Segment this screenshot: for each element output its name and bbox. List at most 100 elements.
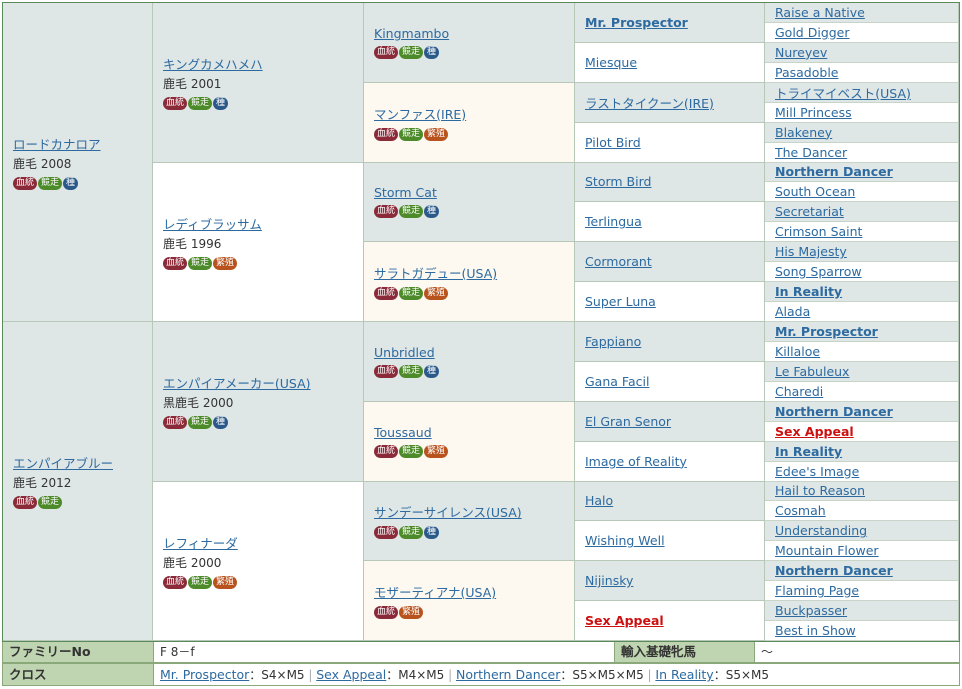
horse-name-link[interactable]: South Ocean (775, 184, 855, 199)
badge-tane[interactable]: 種 (213, 416, 229, 430)
badge-ket[interactable]: 血統 (374, 606, 399, 620)
horse-name-link[interactable]: Wishing Well (585, 533, 665, 548)
horse-name-link[interactable]: Sex Appeal (775, 424, 854, 439)
badge-ket[interactable]: 血統 (374, 364, 399, 378)
badge-ket[interactable]: 血統 (163, 97, 188, 111)
horse-name-link[interactable]: Buckpasser (775, 603, 847, 618)
badge-han[interactable]: 繁殖 (424, 287, 449, 301)
badge-ket[interactable]: 血統 (374, 526, 399, 540)
horse-name-link[interactable]: Cormorant (585, 254, 652, 269)
horse-name-link[interactable]: エンパイアメーカー(USA) (163, 373, 353, 392)
horse-name-link[interactable]: エンパイアブルー (13, 453, 142, 472)
horse-name-link[interactable]: El Gran Senor (585, 414, 671, 429)
horse-name-link[interactable]: Fappiano (585, 334, 641, 349)
horse-name-link[interactable]: Cosmah (775, 503, 826, 518)
horse-name-link[interactable]: Mr. Prospector (775, 324, 878, 339)
badge-tane[interactable]: 種 (424, 526, 440, 540)
badge-tane[interactable]: 種 (424, 364, 440, 378)
horse-name-link[interactable]: Song Sparrow (775, 264, 862, 279)
horse-name-link[interactable]: Unbridled (374, 345, 564, 360)
horse-name-link[interactable]: Charedi (775, 384, 823, 399)
horse-name-link[interactable]: Raise a Native (775, 5, 865, 20)
horse-name-link[interactable]: The Dancer (775, 145, 847, 160)
badge-kyo[interactable]: 競走 (399, 45, 424, 59)
horse-name-link[interactable]: Secretariat (775, 204, 844, 219)
badge-han[interactable]: 繁殖 (424, 444, 449, 458)
horse-name-link[interactable]: Storm Bird (585, 174, 651, 189)
horse-name-link[interactable]: In Reality (775, 284, 842, 299)
badge-han[interactable]: 繁殖 (424, 127, 449, 141)
badge-ket[interactable]: 血統 (163, 256, 188, 270)
horse-name-link[interactable]: Understanding (775, 523, 867, 538)
badge-ket[interactable]: 血統 (374, 287, 399, 301)
badge-ket[interactable]: 血統 (374, 205, 399, 219)
horse-name-link[interactable]: Terlingua (585, 214, 642, 229)
badge-kyo[interactable]: 競走 (188, 416, 213, 430)
horse-name-link[interactable]: Crimson Saint (775, 224, 862, 239)
horse-name-link[interactable]: トライマイベスト(USA) (775, 83, 911, 102)
horse-name-link[interactable]: Miesque (585, 55, 637, 70)
horse-name-link[interactable]: His Majesty (775, 244, 847, 259)
badge-ket[interactable]: 血統 (374, 45, 399, 59)
horse-name-link[interactable]: Pasadoble (775, 65, 839, 80)
badge-kyo[interactable]: 競走 (399, 444, 424, 458)
horse-name-link[interactable]: Edee's Image (775, 464, 859, 479)
horse-name-link[interactable]: Mountain Flower (775, 543, 879, 558)
badge-ket[interactable]: 血統 (13, 496, 38, 509)
horse-name-link[interactable]: Pilot Bird (585, 135, 641, 150)
horse-name-link[interactable]: ロードカナロア (13, 134, 142, 153)
horse-name-link[interactable]: Storm Cat (374, 185, 564, 200)
horse-name-link[interactable]: マンファス(IRE) (374, 104, 564, 123)
badge-han[interactable]: 繁殖 (213, 575, 238, 589)
horse-name-link[interactable]: Flaming Page (775, 583, 859, 598)
badge-kyo[interactable]: 競走 (188, 97, 213, 111)
badge-kyo[interactable]: 競走 (399, 287, 424, 301)
horse-name-link[interactable]: Mill Princess (775, 105, 852, 120)
badge-tane[interactable]: 種 (213, 97, 229, 111)
horse-name-link[interactable]: サンデーサイレンス(USA) (374, 502, 564, 521)
badge-kyo[interactable]: 競走 (188, 256, 213, 270)
horse-name-link[interactable]: In Reality (775, 444, 842, 459)
horse-name-link[interactable]: レディブラッサム (163, 214, 353, 233)
horse-name-link[interactable]: Le Fabuleux (775, 364, 849, 379)
horse-name-link[interactable]: モザーティアナ(USA) (374, 582, 564, 601)
horse-name-link[interactable]: Hail to Reason (775, 483, 865, 498)
badge-kyo[interactable]: 競走 (188, 575, 213, 589)
horse-name-link[interactable]: Northern Dancer (775, 404, 893, 419)
badge-ket[interactable]: 血統 (374, 444, 399, 458)
cross-horse-link[interactable]: In Reality (655, 667, 713, 682)
horse-name-link[interactable]: Gold Digger (775, 25, 850, 40)
horse-name-link[interactable]: Nureyev (775, 45, 827, 60)
horse-name-link[interactable]: Super Luna (585, 294, 656, 309)
badge-kyo[interactable]: 競走 (38, 177, 63, 190)
badge-ket[interactable]: 血統 (13, 177, 38, 190)
horse-name-link[interactable]: Sex Appeal (585, 613, 664, 628)
horse-name-link[interactable]: Northern Dancer (775, 563, 893, 578)
cross-horse-link[interactable]: Northern Dancer (456, 667, 560, 682)
horse-name-link[interactable]: Alada (775, 304, 810, 319)
badge-ket[interactable]: 血統 (374, 127, 399, 141)
horse-name-link[interactable]: キングカメハメハ (163, 54, 353, 73)
horse-name-link[interactable]: Blakeney (775, 125, 832, 140)
horse-name-link[interactable]: ラストタイクーン(IRE) (585, 93, 714, 112)
cross-horse-link[interactable]: Sex Appeal (316, 667, 386, 682)
horse-name-link[interactable]: Kingmambo (374, 26, 564, 41)
horse-name-link[interactable]: Nijinsky (585, 573, 633, 588)
horse-name-link[interactable]: Toussaud (374, 425, 564, 440)
badge-kyo[interactable]: 競走 (38, 496, 63, 509)
horse-name-link[interactable]: サラトガデュー(USA) (374, 263, 564, 282)
badge-tane[interactable]: 種 (63, 177, 79, 190)
badge-tane[interactable]: 種 (424, 205, 440, 219)
badge-han[interactable]: 繁殖 (213, 256, 238, 270)
horse-name-link[interactable]: レフィナーダ (163, 533, 353, 552)
cross-horse-link[interactable]: Mr. Prospector (160, 667, 249, 682)
horse-name-link[interactable]: Killaloe (775, 344, 820, 359)
horse-name-link[interactable]: Image of Reality (585, 454, 687, 469)
horse-name-link[interactable]: Best in Show (775, 623, 856, 638)
badge-han[interactable]: 繁殖 (399, 606, 424, 620)
badge-kyo[interactable]: 競走 (399, 364, 424, 378)
horse-name-link[interactable]: Gana Facil (585, 374, 649, 389)
badge-ket[interactable]: 血統 (163, 575, 188, 589)
horse-name-link[interactable]: Halo (585, 493, 613, 508)
badge-kyo[interactable]: 競走 (399, 205, 424, 219)
